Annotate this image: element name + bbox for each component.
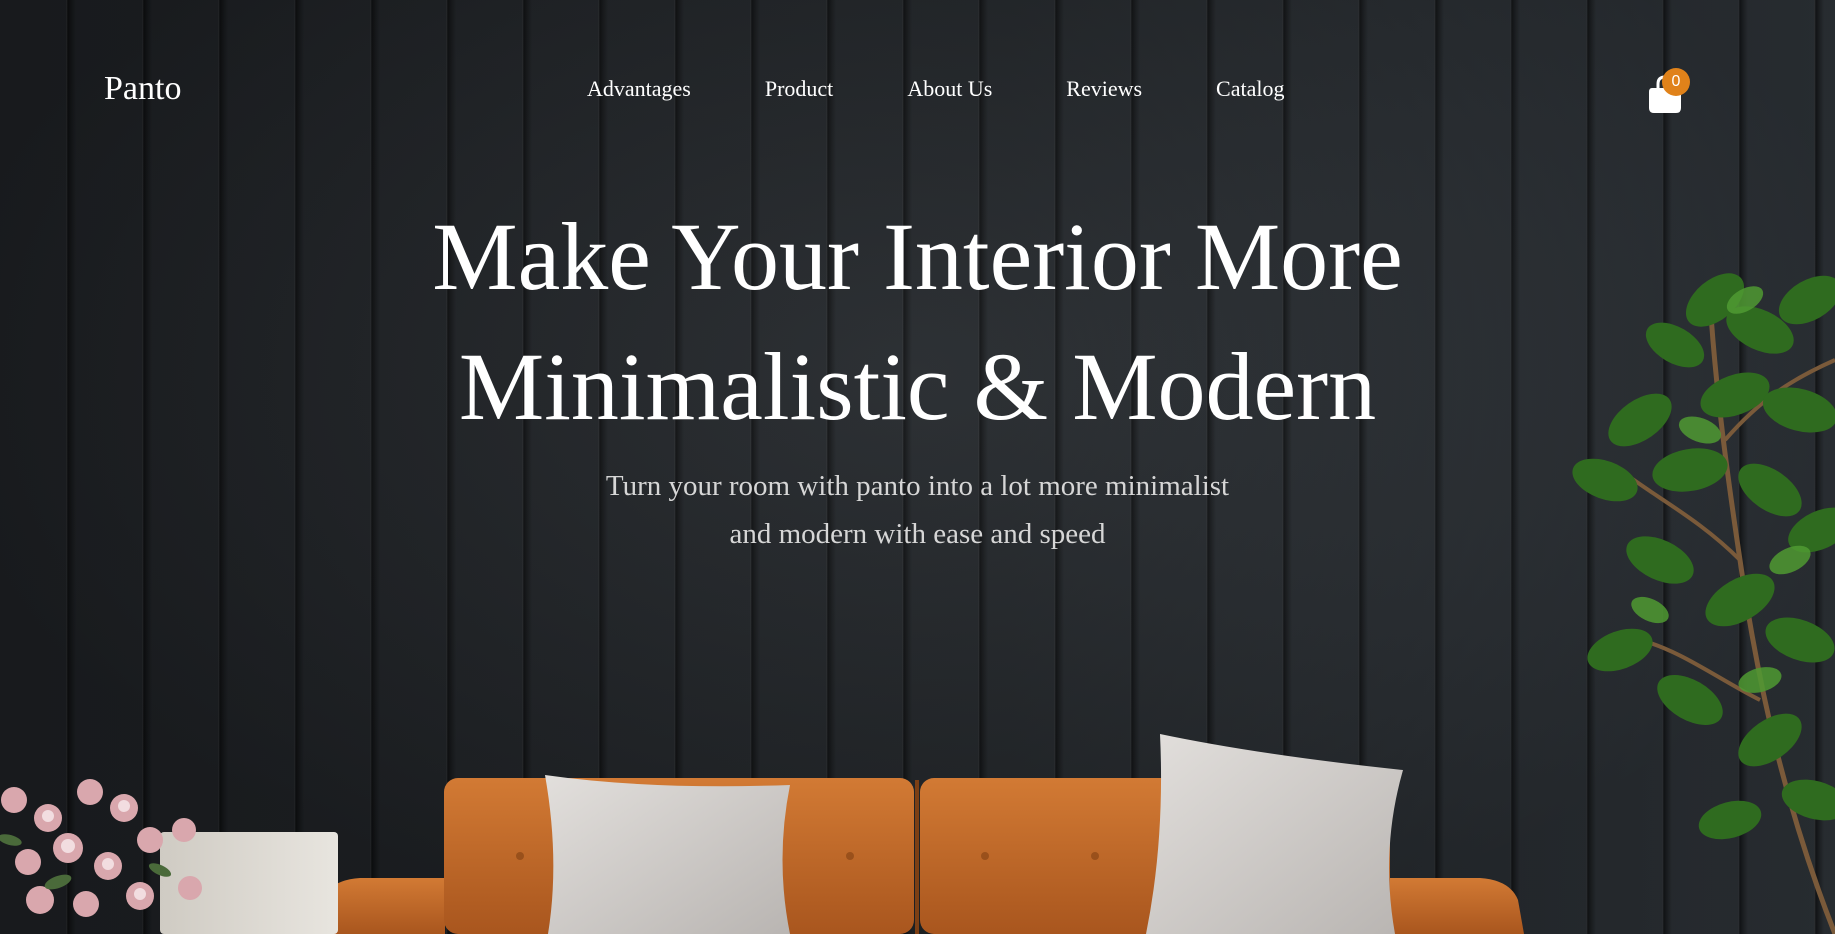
nav-link-catalog[interactable]: Catalog xyxy=(1216,76,1284,102)
nav-link-about-us[interactable]: About Us xyxy=(907,76,992,102)
nav-link-reviews[interactable]: Reviews xyxy=(1066,76,1142,102)
hero-subtitle-line-2: and modern with ease and speed xyxy=(729,518,1106,550)
hero-subtitle: Turn your room with panto into a lot mor… xyxy=(0,462,1835,558)
nav-link-advantages[interactable]: Advantages xyxy=(587,76,691,102)
cart-count-badge: 0 xyxy=(1662,68,1690,96)
hero-section: Panto Advantages Product About Us Review… xyxy=(0,0,1835,934)
hero-headline-line-1: Make Your Interior More xyxy=(432,203,1403,310)
cart-button[interactable]: 0 xyxy=(1648,68,1692,116)
nav-link-product[interactable]: Product xyxy=(765,76,833,102)
hero-headline-line-2: Minimalistic & Modern xyxy=(458,333,1377,440)
brand-logo[interactable]: Panto xyxy=(104,70,181,108)
main-navigation: Advantages Product About Us Reviews Cata… xyxy=(587,76,1284,102)
hero-headline: Make Your Interior More Minimalistic & M… xyxy=(0,192,1835,452)
hero-subtitle-line-1: Turn your room with panto into a lot mor… xyxy=(605,470,1230,502)
